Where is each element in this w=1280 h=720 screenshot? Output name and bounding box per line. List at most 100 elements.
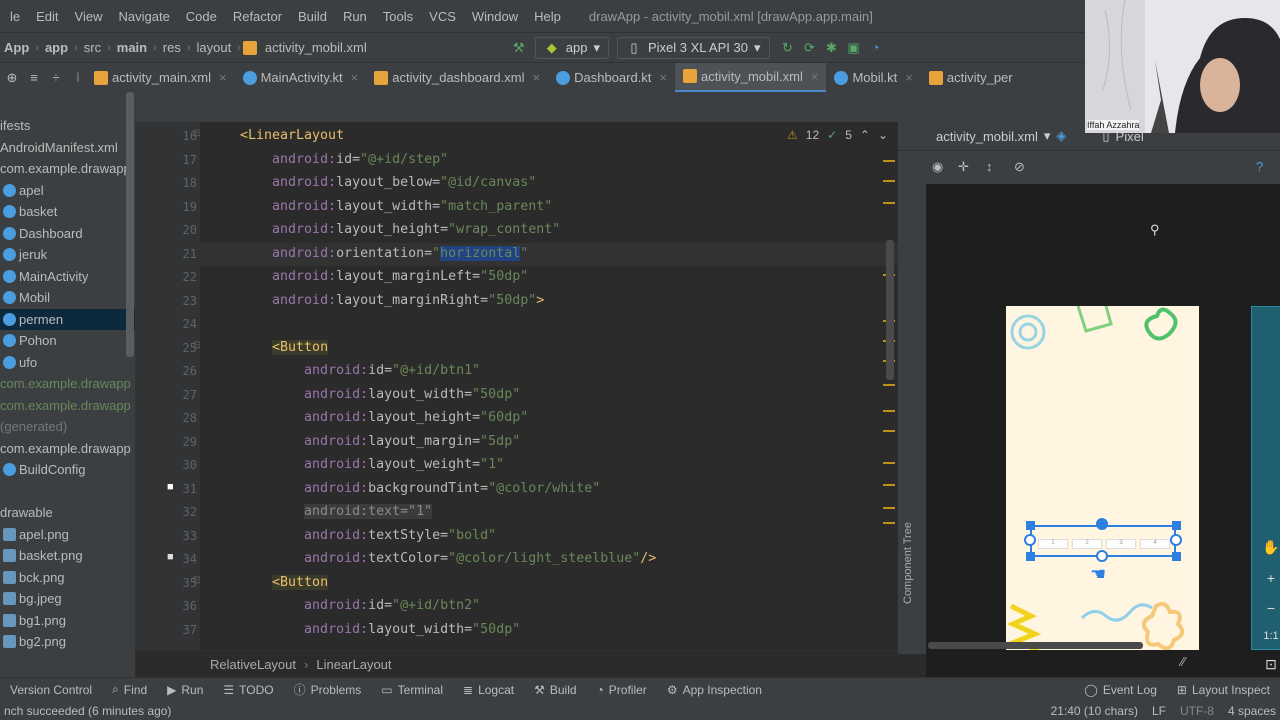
zoom-ratio[interactable]: 1:1: [1263, 630, 1278, 642]
breadcrumb-linearlayout[interactable]: LinearLayout: [316, 657, 391, 672]
code-line[interactable]: android:layout_marginLeft="50dp": [240, 269, 528, 284]
help-icon[interactable]: ?: [1256, 159, 1263, 174]
tab-activity_mobil-xml[interactable]: activity_mobil.xml ×: [675, 62, 827, 93]
menu-item-edit[interactable]: Edit: [28, 9, 66, 24]
code-editor[interactable]: ⚠ 12 ✓ 5 ⌃ ⌄ <LinearLayout android:id="@+i…: [200, 122, 898, 650]
menu-item-run[interactable]: Run: [335, 9, 375, 24]
sidebar-item[interactable]: BuildConfig: [0, 459, 135, 481]
sidebar-item[interactable]: (generated): [0, 416, 135, 438]
warning-marker[interactable]: [883, 430, 895, 432]
hammer-icon[interactable]: ⚒: [511, 40, 527, 56]
toolwindow-logcat[interactable]: ≣ Logcat: [453, 683, 524, 697]
resize-corner-icon[interactable]: ⁄⁄: [1181, 654, 1185, 669]
close-icon[interactable]: ×: [811, 69, 819, 84]
code-line[interactable]: android:layout_below="@id/canvas": [240, 175, 536, 190]
device-select[interactable]: ▯ Pixel 3 XL API 30 ▾: [616, 36, 770, 59]
run-config-select[interactable]: ◆ app ▾: [534, 36, 609, 59]
toolwindow-layout-inspect[interactable]: ⊞ Layout Inspect: [1167, 683, 1280, 697]
debug-icon[interactable]: ✱: [824, 40, 840, 56]
resize-handle[interactable]: [1172, 552, 1181, 561]
code-line[interactable]: android:id="@+id/btn2": [240, 598, 480, 613]
warning-marker[interactable]: [883, 180, 895, 182]
tab-activity_per[interactable]: activity_per: [921, 63, 1021, 93]
indent-setting[interactable]: 4 spaces: [1228, 704, 1276, 718]
resize-handle[interactable]: [1026, 521, 1035, 530]
chevron-up-icon[interactable]: ⌃: [860, 128, 870, 142]
constraint-handle-right[interactable]: [1170, 534, 1182, 546]
toolwindow-find[interactable]: ⌕ Find: [102, 682, 157, 697]
close-icon[interactable]: ×: [351, 70, 359, 85]
code-line[interactable]: android:layout_height="wrap_content": [240, 222, 560, 237]
code-line[interactable]: android:textStyle="bold": [240, 528, 496, 543]
menu-item-view[interactable]: View: [67, 9, 111, 24]
sidebar-item[interactable]: bg2.png: [0, 631, 135, 653]
preview-button-1[interactable]: 1: [1038, 539, 1068, 549]
sidebar-item[interactable]: permen: [0, 308, 135, 330]
warning-marker[interactable]: [883, 522, 895, 524]
breadcrumb-item[interactable]: activity_mobil.xml: [261, 40, 371, 55]
sidebar-item[interactable]: basket: [0, 201, 135, 223]
preview-button-4[interactable]: 4: [1140, 539, 1170, 549]
toolwindow-todo[interactable]: ☰ TODO: [213, 683, 283, 697]
toolwindow-run[interactable]: ▶ Run: [157, 683, 213, 697]
warning-marker[interactable]: [883, 202, 895, 204]
code-line[interactable]: android:layout_margin="5dp": [240, 434, 520, 449]
sidebar-item[interactable]: com.example.drawapp (: [0, 373, 135, 395]
vertical-arrows-icon[interactable]: ↕: [986, 159, 993, 174]
menu-item-le[interactable]: le: [2, 9, 28, 24]
constraint-handle-top[interactable]: [1096, 518, 1108, 530]
error-stripe[interactable]: [878, 122, 898, 650]
preview-button-2[interactable]: 2: [1072, 539, 1102, 549]
menu-item-refactor[interactable]: Refactor: [225, 9, 290, 24]
apply-code-changes-icon[interactable]: ⟳: [802, 40, 818, 56]
close-icon[interactable]: ×: [533, 70, 541, 85]
toolwindow-problems[interactable]: ⓘ Problems: [284, 681, 372, 698]
code-line[interactable]: <LinearLayout: [240, 128, 344, 143]
phone-preview[interactable]: 1 2 3 4 ☚: [1006, 306, 1199, 650]
sidebar-item[interactable]: bg1.png: [0, 610, 135, 632]
margins-icon[interactable]: ✛: [958, 159, 969, 175]
toolwindow-event-log[interactable]: ◯ Event Log: [1074, 683, 1166, 697]
code-line[interactable]: <Button: [240, 339, 329, 355]
menu-item-navigate[interactable]: Navigate: [110, 9, 177, 24]
sidebar-item[interactable]: Pohon: [0, 330, 135, 352]
collapse-icon[interactable]: ≡: [26, 70, 42, 86]
code-line[interactable]: android:layout_width="50dp": [240, 387, 520, 402]
tab-activity_main-xml[interactable]: activity_main.xml ×: [86, 63, 235, 93]
warning-marker[interactable]: [883, 484, 895, 486]
breadcrumb-item[interactable]: src: [80, 40, 105, 55]
sidebar-item[interactable]: Mobil: [0, 287, 135, 309]
sidebar-item[interactable]: com.example.drawapp: [0, 438, 135, 460]
layout-file-select[interactable]: activity_mobil.xml: [936, 129, 1038, 144]
zoom-out-icon[interactable]: −: [1267, 600, 1275, 616]
code-line[interactable]: android:layout_width="match_parent": [240, 199, 552, 214]
tab-activity_dashboard-xml[interactable]: activity_dashboard.xml ×: [366, 63, 548, 93]
tab-MainActivity-kt[interactable]: MainActivity.kt ×: [235, 63, 367, 93]
sidebar-item[interactable]: apel: [0, 180, 135, 202]
warning-marker[interactable]: [883, 410, 895, 412]
toolwindow-version-control[interactable]: Version Control: [0, 683, 102, 697]
caret-position[interactable]: 21:40 (10 chars): [1051, 704, 1138, 718]
project-scrollbar[interactable]: [126, 92, 134, 357]
code-line[interactable]: android:textColor="@color/light_steelblu…: [240, 551, 656, 566]
menu-item-window[interactable]: Window: [464, 9, 526, 24]
file-encoding[interactable]: UTF-8: [1180, 704, 1214, 718]
inspection-widget[interactable]: ⚠ 12 ✓ 5 ⌃ ⌄: [787, 128, 888, 142]
component-tree-strip[interactable]: Component Tree: [898, 184, 926, 654]
code-line[interactable]: android:layout_marginRight="50dp">: [240, 293, 544, 308]
toolwindow-terminal[interactable]: ▭ Terminal: [371, 683, 453, 697]
code-line[interactable]: <Button: [240, 574, 329, 590]
breadcrumb-item[interactable]: app: [41, 40, 72, 55]
sidebar-item[interactable]: basket.png: [0, 545, 135, 567]
code-line[interactable]: android:backgroundTint="@color/white": [240, 481, 600, 496]
close-icon[interactable]: ×: [219, 70, 227, 85]
code-line[interactable]: android:orientation="horizontal": [240, 245, 528, 261]
target-icon[interactable]: ⊕: [4, 70, 20, 86]
coverage-icon[interactable]: ▣: [846, 40, 862, 56]
code-line[interactable]: android:id="@+id/btn1": [240, 363, 480, 378]
design-scrollbar[interactable]: [928, 642, 1143, 649]
resize-handle[interactable]: [1172, 521, 1181, 530]
sidebar-item[interactable]: ifests: [0, 115, 135, 137]
sidebar-item[interactable]: Dashboard: [0, 223, 135, 245]
sidebar-item[interactable]: com.example.drawapp (: [0, 395, 135, 417]
